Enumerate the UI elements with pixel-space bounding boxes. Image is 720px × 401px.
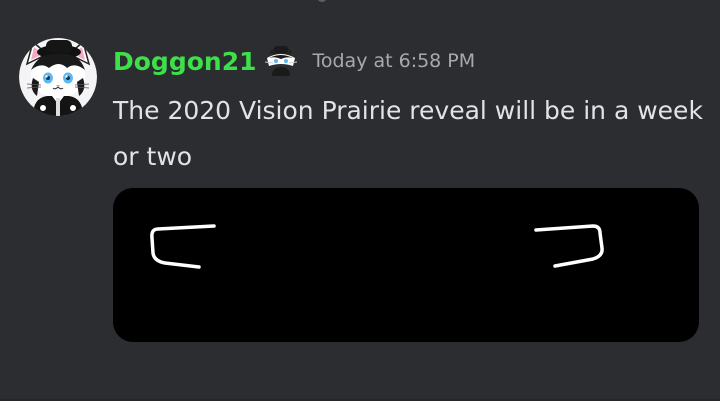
embedded-image[interactable] <box>113 188 699 342</box>
chat-window: Doggon21 Today at 6:58 PM The 2020 Visio… <box>0 0 720 401</box>
right-headlight-icon <box>534 224 604 268</box>
embed-image-graphic <box>150 224 604 269</box>
avatar[interactable] <box>19 38 97 116</box>
left-headlight-icon <box>150 224 216 269</box>
user-badge[interactable] <box>263 46 299 76</box>
message-timestamp[interactable]: Today at 6:58 PM <box>312 50 475 72</box>
message-header: Doggon21 Today at 6:58 PM <box>113 46 475 76</box>
previous-message-fragment <box>318 0 326 2</box>
cat-avatar-icon <box>19 38 97 116</box>
top-divider <box>0 0 720 1</box>
message: Doggon21 Today at 6:58 PM The 2020 Visio… <box>0 36 720 356</box>
cat-badge-icon <box>265 46 298 76</box>
username[interactable]: Doggon21 <box>113 47 256 76</box>
message-content: The 2020 Vision Prairie reveal will be i… <box>113 96 703 171</box>
